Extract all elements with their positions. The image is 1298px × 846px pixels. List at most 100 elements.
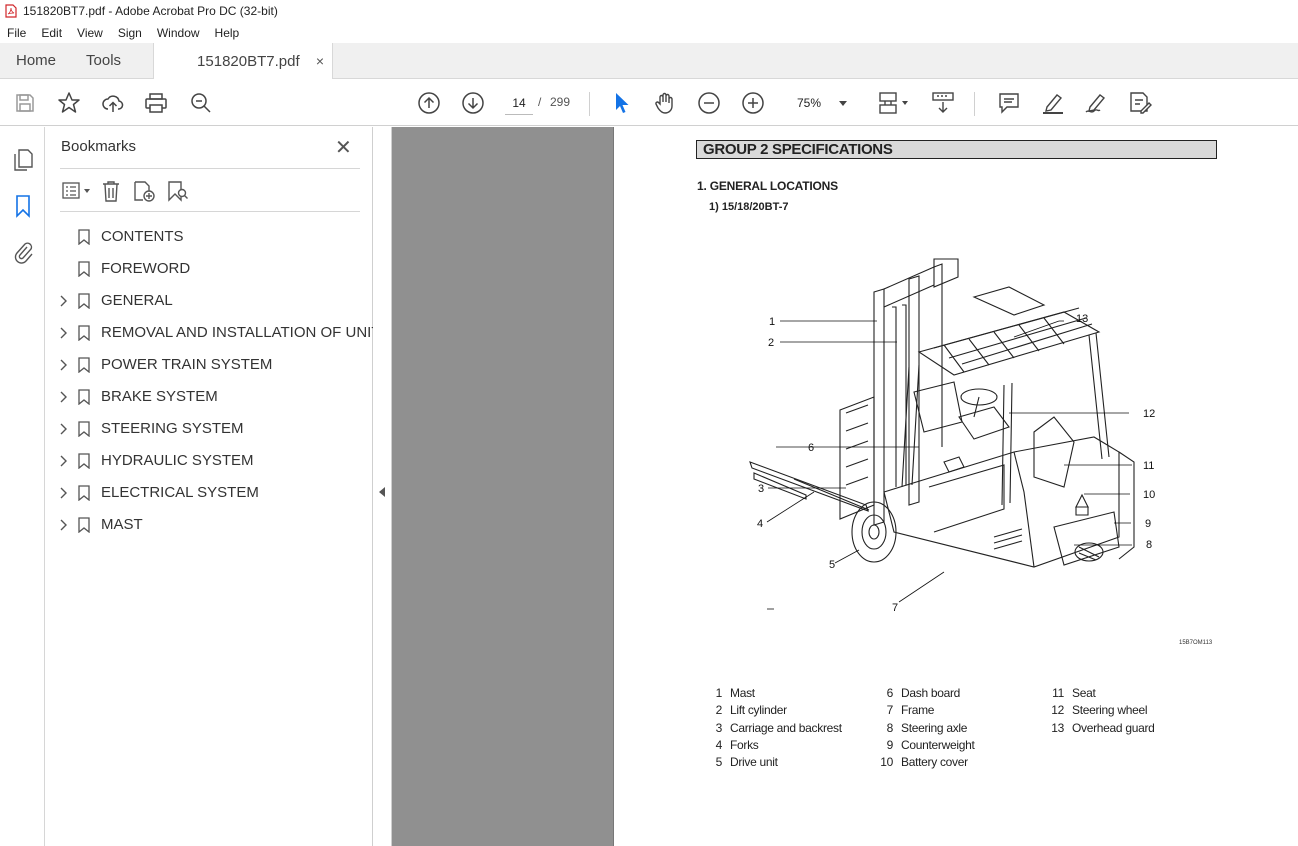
legend-number: 4 xyxy=(715,737,723,752)
scroll-mode-icon[interactable] xyxy=(930,90,956,116)
chevron-right-icon[interactable] xyxy=(59,486,69,500)
bookmarks-panel: Bookmarks ✕ CONTENTS FOREWORD GENERAL REMOV… xyxy=(45,127,381,846)
bookmark-icon xyxy=(78,389,90,405)
menu-help[interactable]: Help xyxy=(208,26,248,40)
bookmark-list: CONTENTS FOREWORD GENERAL REMOVAL AND INSTA… xyxy=(45,221,381,541)
zoom-out-icon[interactable] xyxy=(696,90,722,116)
bookmark-label: BRAKE SYSTEM xyxy=(101,388,218,405)
chevron-right-icon[interactable] xyxy=(59,390,69,404)
bookmark-options-icon[interactable] xyxy=(61,178,93,204)
bookmark-icon xyxy=(78,485,90,501)
callout-3: 3 xyxy=(758,483,764,495)
legend-row: 3 Carriage and backrest xyxy=(700,720,842,737)
bookmark-item[interactable]: MAST xyxy=(45,509,373,541)
document-viewport[interactable]: GROUP 2 SPECIFICATIONS 1. GENERAL LOCATI… xyxy=(392,127,1298,846)
select-arrow-icon[interactable] xyxy=(608,90,634,116)
bookmark-label: ELECTRICAL SYSTEM xyxy=(101,484,259,501)
menu-view[interactable]: View xyxy=(70,26,111,40)
legend-number: 6 xyxy=(886,686,894,700)
sign-icon[interactable] xyxy=(1083,90,1109,116)
highlight-icon[interactable] xyxy=(1040,90,1066,116)
redact-icon[interactable] xyxy=(1127,90,1153,116)
tab-home[interactable]: Home xyxy=(0,43,72,78)
close-icon[interactable]: ✕ xyxy=(335,135,352,160)
bookmark-item[interactable]: CONTENTS xyxy=(45,221,373,253)
tab-document-label: 151820BT7.pdf xyxy=(197,52,300,70)
delete-bookmark-icon[interactable] xyxy=(95,178,127,204)
menu-edit[interactable]: Edit xyxy=(34,26,70,40)
page-thumbnails-icon[interactable] xyxy=(10,147,36,173)
bookmark-item[interactable]: BRAKE SYSTEM xyxy=(45,381,373,413)
legend-column-3: 11 Seat 12 Steering wheel 13 Overhead guard xyxy=(1042,685,1155,737)
bookmark-item[interactable]: POWER TRAIN SYSTEM xyxy=(45,349,373,381)
tab-bar: Home Tools 151820BT7.pdf × xyxy=(0,43,1298,79)
bookmark-item[interactable]: FOREWORD xyxy=(45,253,373,285)
bookmark-label: HYDRAULIC SYSTEM xyxy=(101,452,254,469)
upload-icon[interactable] xyxy=(100,90,126,116)
callout-11: 11 xyxy=(1143,460,1154,472)
bookmark-icon xyxy=(78,517,90,533)
page-layout-icon[interactable] xyxy=(876,90,912,116)
bookmarks-panel-icon[interactable] xyxy=(10,193,36,219)
legend-number: 13 xyxy=(1051,720,1064,735)
page-down-icon[interactable] xyxy=(460,90,486,116)
collapse-arrow-icon[interactable] xyxy=(379,487,385,497)
panel-splitter[interactable] xyxy=(373,127,392,846)
bookmark-item[interactable]: ELECTRICAL SYSTEM xyxy=(45,477,373,509)
callout-13: 13 xyxy=(1076,313,1088,325)
legend-row: 12 Steering wheel xyxy=(1042,702,1155,719)
page-total: 299 xyxy=(550,95,571,109)
zoom-in-icon[interactable] xyxy=(740,90,766,116)
bookmark-item[interactable]: HYDRAULIC SYSTEM xyxy=(45,445,373,477)
menu-window[interactable]: Window xyxy=(150,26,208,40)
window-title: 151820BT7.pdf - Adobe Acrobat Pro DC (32… xyxy=(23,4,278,18)
new-bookmark-icon[interactable] xyxy=(129,178,161,204)
bookmark-item[interactable]: REMOVAL AND INSTALLATION OF UNIT xyxy=(45,317,381,349)
bookmark-label: POWER TRAIN SYSTEM xyxy=(101,356,273,373)
main-toolbar: 14 / 299 75% xyxy=(0,80,1298,126)
legend-text: Steering axle xyxy=(901,720,968,735)
zoom-select[interactable]: 75% xyxy=(789,92,855,114)
legend-number: 12 xyxy=(1051,703,1064,718)
chevron-right-icon[interactable] xyxy=(59,326,69,340)
bookmark-toolbar xyxy=(61,177,197,205)
zoom-search-icon[interactable] xyxy=(188,90,214,116)
legend-number: 9 xyxy=(886,737,894,752)
tab-tools[interactable]: Tools xyxy=(72,43,137,78)
zoom-value: 75% xyxy=(797,96,822,110)
legend-number: 1 xyxy=(715,686,723,700)
legend-row: 13 Overhead guard xyxy=(1042,720,1155,737)
star-icon[interactable] xyxy=(56,90,82,116)
page-number-input[interactable]: 14 xyxy=(505,91,533,115)
legend-row: 1 Mast xyxy=(700,685,842,702)
tab-close-icon[interactable]: × xyxy=(316,53,324,69)
chevron-right-icon[interactable] xyxy=(59,294,69,308)
save-icon[interactable] xyxy=(12,90,38,116)
callout-10: 10 xyxy=(1143,489,1155,501)
print-icon[interactable] xyxy=(143,90,169,116)
menu-file[interactable]: File xyxy=(0,26,34,40)
bookmark-item[interactable]: STEERING SYSTEM xyxy=(45,413,373,445)
legend-text: Steering wheel xyxy=(1072,703,1148,718)
toolbar-divider xyxy=(589,92,590,116)
comment-icon[interactable] xyxy=(996,90,1022,116)
menu-sign[interactable]: Sign xyxy=(111,26,150,40)
legend-row: 2 Lift cylinder xyxy=(700,702,842,719)
chevron-right-icon[interactable] xyxy=(59,518,69,532)
hand-icon[interactable] xyxy=(652,90,678,116)
chevron-right-icon[interactable] xyxy=(59,358,69,372)
legend-row: 5 Drive unit xyxy=(700,754,842,771)
tab-document[interactable]: 151820BT7.pdf × xyxy=(153,43,334,79)
bookmark-item[interactable]: GENERAL xyxy=(45,285,373,317)
bookmark-label: FOREWORD xyxy=(101,260,191,277)
page-up-icon[interactable] xyxy=(416,90,442,116)
chevron-right-icon[interactable] xyxy=(59,454,69,468)
callout-6: 6 xyxy=(808,442,814,454)
callout-8: 8 xyxy=(1146,539,1152,551)
bookmark-search-icon[interactable] xyxy=(163,178,195,204)
callout-4: 4 xyxy=(757,518,763,530)
legend-text: Seat xyxy=(1072,686,1096,700)
chevron-right-icon[interactable] xyxy=(59,422,69,436)
legend-text: Counterweight xyxy=(901,737,975,752)
attachments-icon[interactable] xyxy=(10,239,36,265)
